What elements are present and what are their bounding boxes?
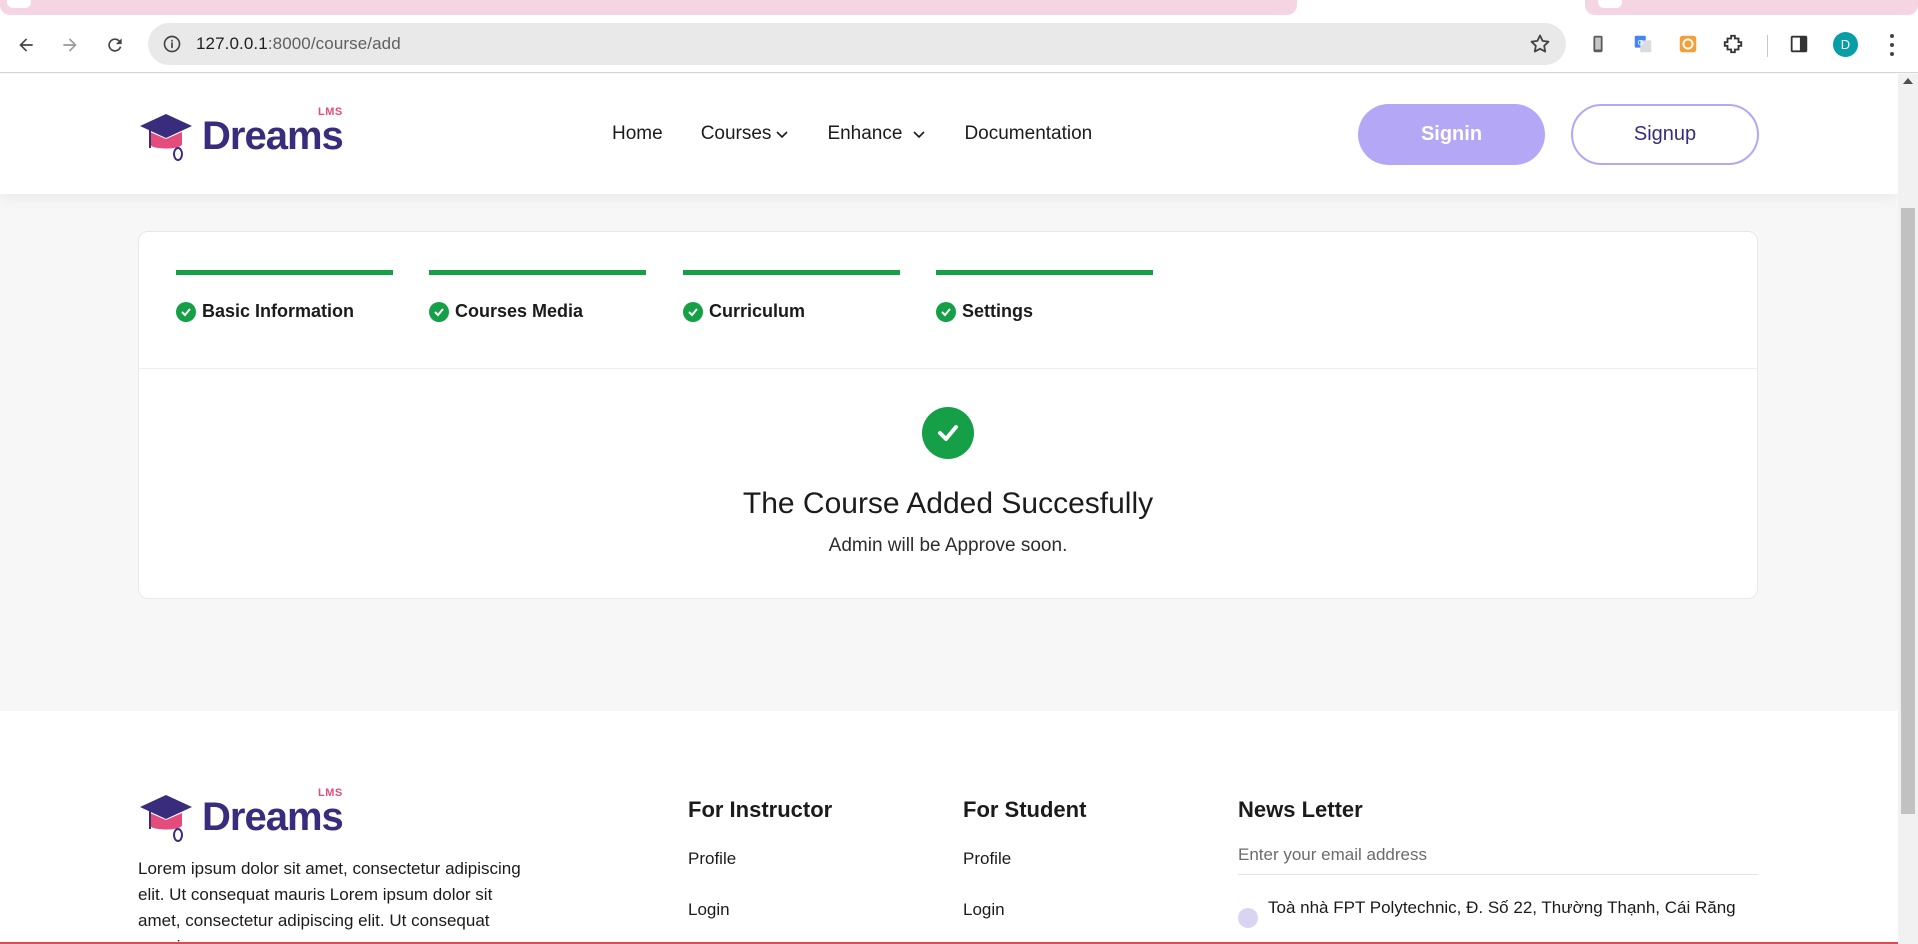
site-logo[interactable]: Dreams LMS [138,106,344,162]
toolbar-separator [1767,35,1768,57]
footer-student-title: For Student [963,797,1087,822]
step-progress-bar [936,270,1153,275]
footer-about-text: Lorem ipsum dolor sit amet, consectetur … [138,859,521,944]
site-info-icon[interactable] [154,26,190,62]
step-curriculum[interactable]: Curriculum [683,270,900,322]
step-label: Curriculum [709,301,806,321]
footer-instructor-links: Profile Login [688,849,736,944]
logo-word: Dreams LMS [202,106,344,158]
chevron-down-icon [913,131,926,139]
profile-avatar[interactable]: D [1833,32,1858,57]
step-settings[interactable]: Settings [936,270,1153,322]
google-translate-icon[interactable]: G [1630,31,1656,57]
success-check-icon [922,407,974,459]
nav-courses[interactable]: Courses [701,123,790,145]
check-circle-icon [683,301,703,322]
reload-icon [108,38,122,52]
side-panel-icon[interactable] [1786,31,1812,57]
extensions-puzzle-icon[interactable] [1720,31,1746,57]
success-panel: The Course Added Succesfully Admin will … [139,369,1757,557]
url-text: 127.0.0.1:8000/course/add [196,34,401,54]
course-wizard-card: Basic Information Courses Media Curricul… [138,231,1758,599]
footer-instructor-title: For Instructor [688,797,833,822]
logo-word: Dreams LMS [202,787,344,839]
check-circle-icon [936,301,956,322]
tab-favicon [1598,0,1622,8]
tab-favicon [7,0,31,8]
site-footer: Dreams LMS Lorem ipsum dolor sit amet, co… [0,711,1898,944]
svg-text:G: G [1638,38,1644,47]
footer-address-text: Toà nhà FPT Polytechnic, Đ. Số 22, Thườn… [1268,898,1736,917]
forward-button[interactable] [54,29,86,61]
success-message: Admin will be Approve soon. [828,535,1068,556]
check-circle-icon [176,301,196,322]
step-label: Settings [962,301,1034,321]
logo-badge: LMS [318,787,343,799]
nav-enhance[interactable]: Enhance [827,123,926,145]
arrow-right-icon [63,38,77,52]
newsletter-email-input[interactable] [1238,835,1758,875]
signin-button[interactable]: Signin [1358,104,1545,165]
step-label: Basic Information [202,301,355,321]
step-progress-bar [683,270,900,275]
bookmark-star-icon[interactable] [1528,32,1552,56]
footer-link-login[interactable]: Login [688,900,736,944]
browser-tab[interactable] [1585,0,1918,15]
wizard-steps: Basic Information Courses Media Curricul… [139,232,1757,369]
graduation-cap-icon [140,795,192,842]
extension-orange-icon[interactable] [1675,31,1701,57]
browser-menu-icon[interactable] [1880,32,1904,58]
back-button[interactable] [10,29,42,61]
scrollbar-thumb[interactable] [1901,208,1915,814]
extension-phone-icon[interactable] [1585,31,1611,57]
step-progress-bar [176,270,393,275]
arrow-left-icon [19,38,33,52]
footer-logo[interactable]: Dreams LMS [138,787,344,843]
graduation-cap-icon [140,114,192,161]
logo-badge: LMS [318,106,343,118]
footer-newsletter-title: News Letter [1238,797,1363,822]
browser-tab[interactable] [0,0,1297,15]
step-courses-media[interactable]: Courses Media [429,270,646,322]
site-header: Dreams LMS Home Courses Enhance Documenta… [0,74,1898,194]
footer-link-profile[interactable]: Profile [963,849,1011,900]
main-navigation: Home Courses Enhance Documentation [612,74,1130,194]
step-progress-bar [429,270,646,275]
reload-button[interactable] [99,29,131,61]
url-path: :8000/course/add [267,34,401,53]
location-pin-icon [1238,908,1258,928]
chevron-down-icon [776,131,789,139]
nav-documentation[interactable]: Documentation [964,123,1092,145]
scroll-up-arrow-icon[interactable] [1903,78,1913,84]
footer-link-profile[interactable]: Profile [688,849,736,900]
footer-address: Toà nhà FPT Polytechnic, Đ. Số 22, Thườn… [1238,898,1736,928]
page-viewport: Dreams LMS Home Courses Enhance Documenta… [0,74,1898,944]
signup-button[interactable]: Signup [1571,104,1759,165]
url-host: 127.0.0.1 [196,34,268,53]
browser-toolbar: 127.0.0.1:8000/course/add G [0,15,1918,73]
success-title: The Course Added Succesfully [742,487,1154,520]
footer-link-login[interactable]: Login [963,900,1011,944]
nav-home[interactable]: Home [612,123,663,145]
page-scrollbar[interactable] [1898,74,1918,944]
step-basic-information[interactable]: Basic Information [176,270,393,322]
step-label: Courses Media [455,301,584,321]
footer-student-links: Profile Login [963,849,1011,944]
browser-tab-strip [0,0,1918,15]
address-bar[interactable]: 127.0.0.1:8000/course/add [148,23,1566,65]
check-circle-icon [429,301,449,322]
